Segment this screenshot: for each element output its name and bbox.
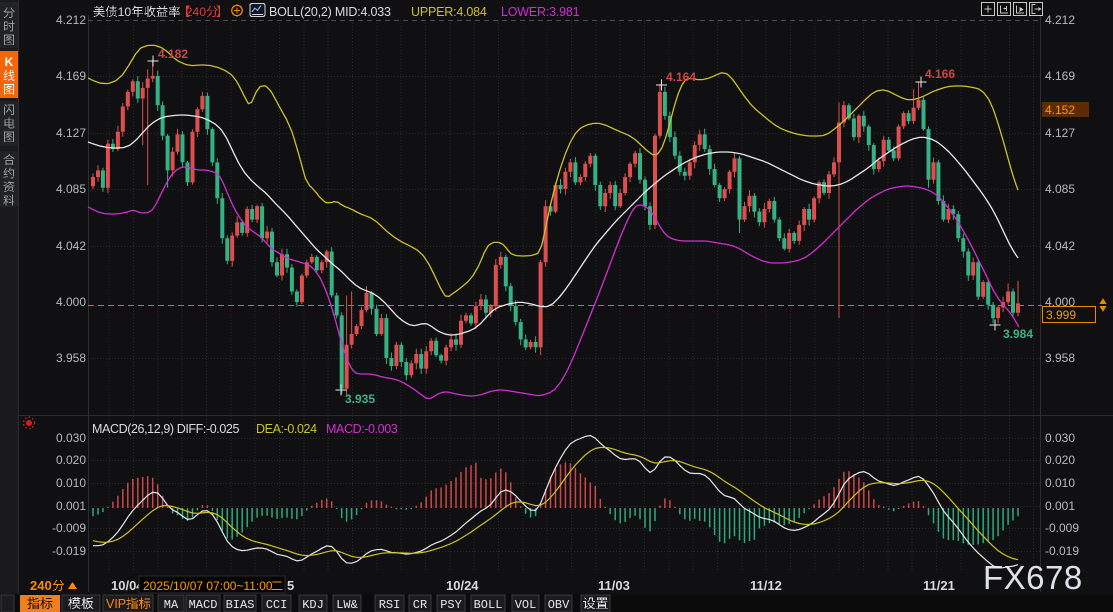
svg-text:4.182: 4.182	[158, 47, 188, 61]
svg-text:MACD(26,12,9) DIFF:-0.025: MACD(26,12,9) DIFF:-0.025	[92, 422, 239, 436]
svg-text:PSY: PSY	[440, 598, 462, 612]
svg-text:4.085: 4.085	[1045, 182, 1075, 196]
svg-text:K: K	[5, 55, 14, 69]
svg-text:RSI: RSI	[379, 598, 401, 612]
svg-text:DEA:-0.024: DEA:-0.024	[256, 422, 317, 436]
svg-text:MA: MA	[164, 598, 179, 612]
svg-text:FX678: FX678	[983, 559, 1083, 596]
svg-text:CR: CR	[413, 598, 427, 612]
svg-text:UPPER:4.084: UPPER:4.084	[411, 5, 487, 19]
svg-text:-0.009: -0.009	[52, 521, 86, 535]
svg-text:5: 5	[287, 578, 294, 593]
svg-text:0.001: 0.001	[56, 499, 86, 513]
svg-text:VOL: VOL	[515, 598, 537, 612]
svg-text:4.042: 4.042	[1045, 239, 1075, 253]
svg-text:MACD:-0.003: MACD:-0.003	[326, 422, 398, 436]
svg-text:3.958: 3.958	[1045, 351, 1075, 365]
svg-text:240: 240	[186, 5, 207, 19]
svg-text:4.127: 4.127	[1045, 126, 1075, 140]
svg-text:0.010: 0.010	[56, 476, 86, 490]
svg-text:4.127: 4.127	[56, 126, 86, 140]
svg-text:-0.019: -0.019	[1045, 544, 1079, 558]
svg-text:LW&: LW&	[336, 598, 358, 612]
svg-text:4.169: 4.169	[1045, 69, 1075, 83]
svg-text:0.010: 0.010	[1045, 476, 1075, 490]
svg-text:CCI: CCI	[266, 598, 288, 612]
svg-text:4.212: 4.212	[1045, 13, 1075, 27]
svg-text:LOWER:3.981: LOWER:3.981	[501, 5, 580, 19]
svg-text:3.999: 3.999	[1046, 308, 1076, 322]
svg-text:0.020: 0.020	[56, 453, 86, 467]
svg-text:3.958: 3.958	[56, 351, 86, 365]
svg-text:11/21: 11/21	[923, 578, 955, 593]
svg-text:MACD: MACD	[189, 598, 218, 612]
svg-text:4.164: 4.164	[666, 70, 696, 84]
svg-text:11/12: 11/12	[750, 578, 782, 593]
svg-text:4.042: 4.042	[56, 239, 86, 253]
svg-text:0.020: 0.020	[1045, 453, 1075, 467]
svg-text:BOLL: BOLL	[474, 598, 503, 612]
svg-text:BOLL(20,2) MID:4.033: BOLL(20,2) MID:4.033	[269, 5, 391, 19]
svg-text:0.030: 0.030	[56, 431, 86, 445]
svg-text:2025/10/07 07:00~11:00: 2025/10/07 07:00~11:00	[143, 579, 273, 593]
svg-text:11/03: 11/03	[598, 578, 630, 593]
svg-text:KDJ: KDJ	[302, 598, 324, 612]
svg-text:10: 10	[118, 5, 132, 19]
svg-text:0.001: 0.001	[1045, 499, 1075, 513]
svg-text:4.166: 4.166	[925, 67, 955, 81]
svg-text:OBV: OBV	[548, 598, 570, 612]
svg-text:0.030: 0.030	[1045, 431, 1075, 445]
svg-text:-0.009: -0.009	[1045, 521, 1079, 535]
svg-text:-0.019: -0.019	[52, 544, 86, 558]
svg-text:4.212: 4.212	[56, 13, 86, 27]
svg-text:BIAS: BIAS	[226, 598, 255, 612]
svg-text:240: 240	[30, 578, 52, 593]
svg-text:VIP: VIP	[106, 597, 126, 611]
svg-text:4.152: 4.152	[1045, 103, 1075, 117]
svg-text:4.085: 4.085	[56, 182, 86, 196]
svg-text:3.984: 3.984	[1003, 327, 1033, 341]
svg-text:4.000: 4.000	[56, 295, 86, 309]
svg-text:3.935: 3.935	[345, 392, 375, 406]
svg-text:4.169: 4.169	[56, 69, 86, 83]
svg-text:10/24: 10/24	[446, 578, 479, 593]
